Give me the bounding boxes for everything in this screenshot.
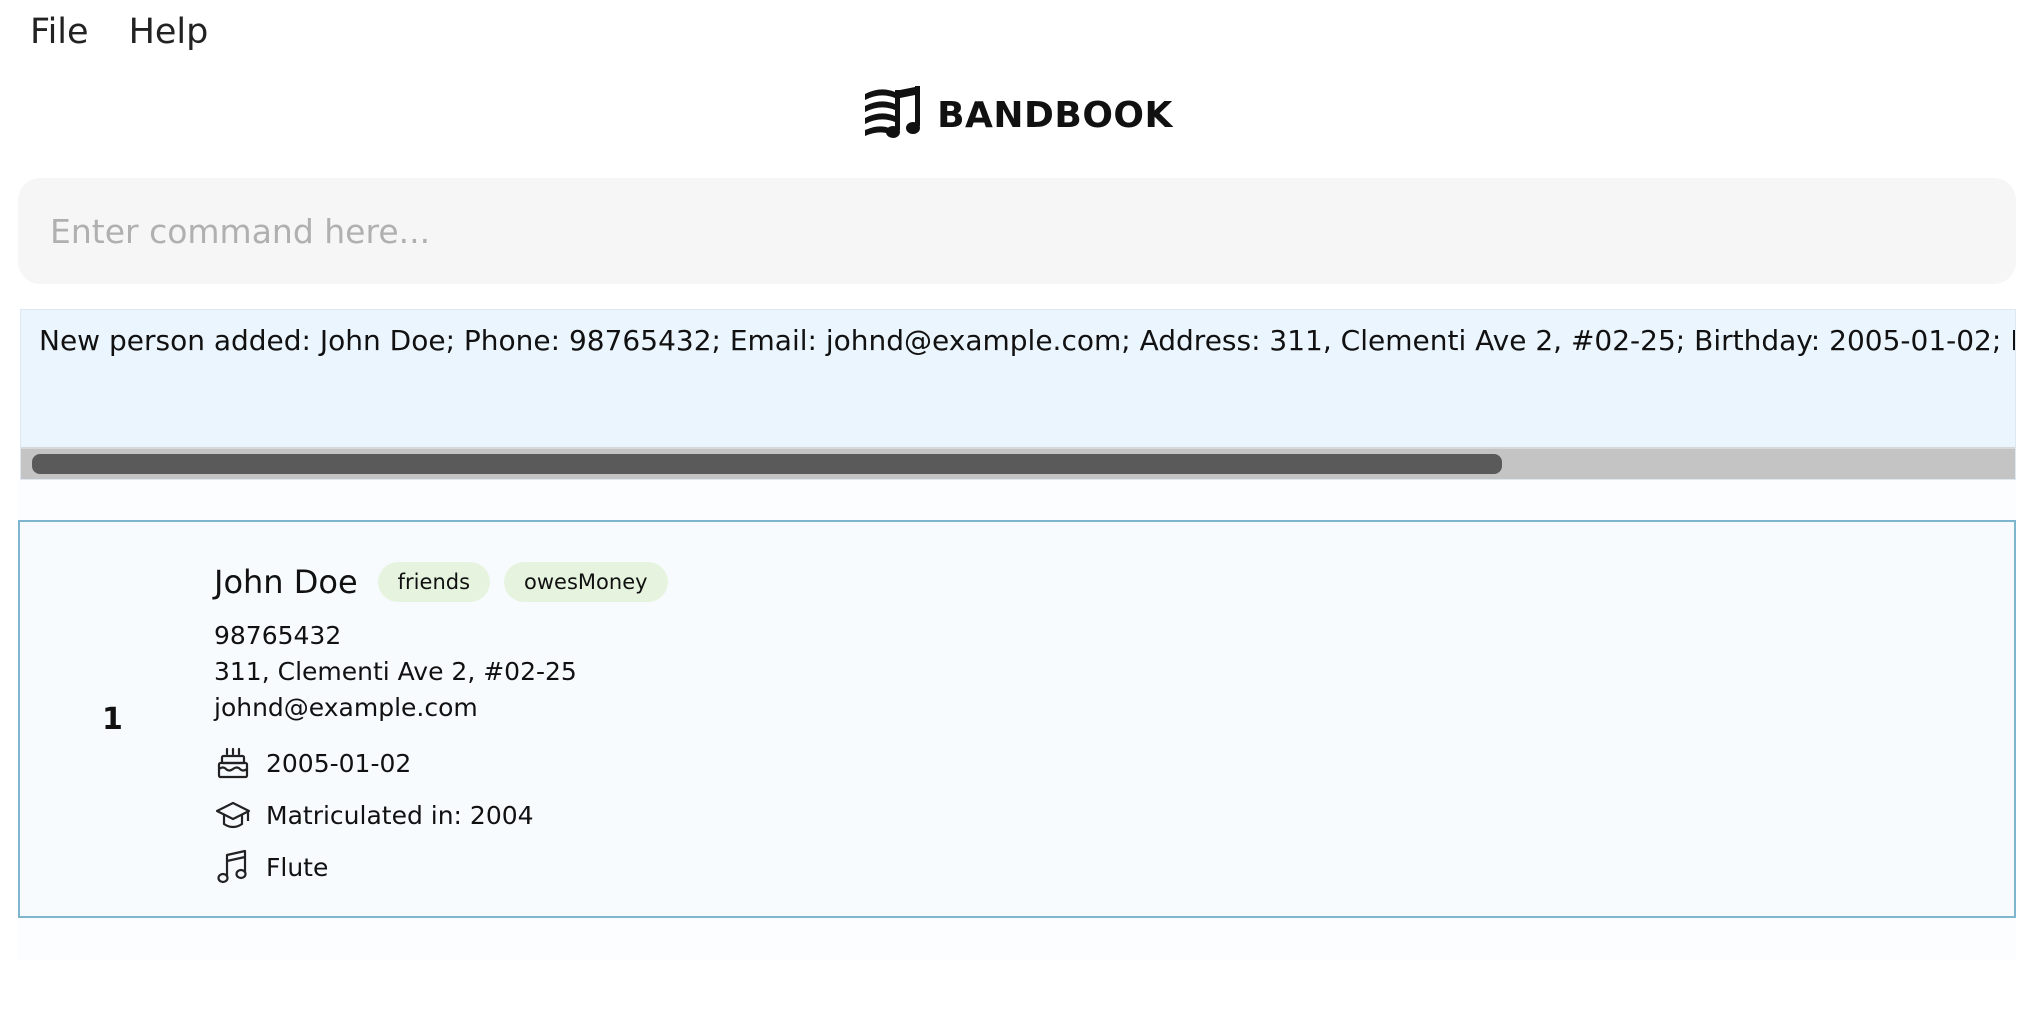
instrument-row: Flute: [214, 848, 668, 886]
person-birthday: 2005-01-02: [266, 748, 412, 778]
matriculation-row: Matriculated in: 2004: [214, 796, 668, 834]
horizontal-scrollbar[interactable]: [21, 447, 2015, 479]
app-logo: BANDBOOK: [0, 82, 2034, 148]
person-instrument: Flute: [266, 852, 329, 882]
person-index: 1: [102, 702, 123, 737]
person-name: John Doe: [214, 563, 358, 601]
person-list: 1 John Doe friends owesMoney 98765432 31…: [18, 480, 2016, 960]
scrollbar-thumb[interactable]: [32, 454, 1502, 474]
result-text: New person added: John Doe; Phone: 98765…: [39, 324, 2015, 357]
person-details: John Doe friends owesMoney 98765432 311,…: [214, 562, 668, 886]
result-display: New person added: John Doe; Phone: 98765…: [20, 309, 2016, 480]
person-phone: 98765432: [214, 621, 342, 650]
tag-owes-money: owesMoney: [504, 562, 668, 602]
music-notes-logo-icon: [861, 82, 923, 148]
birthday-cake-icon: [214, 744, 252, 782]
tag-friends: friends: [377, 562, 491, 602]
menu-file[interactable]: File: [30, 12, 89, 52]
app-title: BANDBOOK: [937, 94, 1173, 136]
name-row: John Doe friends owesMoney: [214, 562, 668, 602]
graduation-cap-icon: [214, 796, 252, 834]
command-box: [18, 178, 2016, 284]
person-matriculation: Matriculated in: 2004: [266, 800, 534, 830]
menu-bar: File Help: [0, 0, 2034, 64]
menu-help[interactable]: Help: [129, 12, 209, 52]
command-input[interactable]: [50, 211, 2016, 251]
birthday-row: 2005-01-02: [214, 744, 668, 782]
person-email: johnd@example.com: [214, 693, 478, 722]
music-note-icon: [214, 848, 252, 886]
person-card[interactable]: 1 John Doe friends owesMoney 98765432 31…: [18, 520, 2016, 918]
person-address: 311, Clementi Ave 2, #02-25: [214, 657, 577, 686]
